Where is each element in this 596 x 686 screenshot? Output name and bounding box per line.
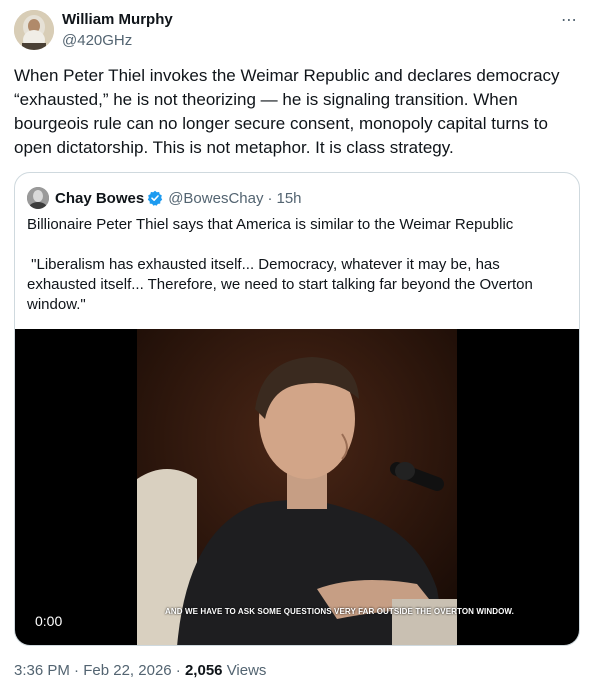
tweet-header: William Murphy @420GHz ⋯ [14, 10, 582, 52]
tweet-footer: 3:36 PM · Feb 22, 2026 · 2,056 Views [14, 662, 266, 679]
more-options-icon[interactable]: ⋯ [561, 10, 578, 30]
verified-badge-icon [147, 190, 163, 206]
post-date[interactable]: Feb 22, 2026 [83, 662, 171, 679]
quoted-timestamp[interactable]: 15h [276, 190, 301, 207]
separator: · [267, 189, 273, 207]
author-handle[interactable]: @420GHz [62, 32, 132, 49]
quoted-author-handle[interactable]: @BowesChay [168, 190, 263, 207]
video-player[interactable]: AND WE HAVE TO ASK SOME QUESTIONS VERY F… [15, 329, 579, 645]
avatar[interactable] [14, 10, 54, 50]
views-label: Views [226, 662, 267, 679]
video-subtitle: AND WE HAVE TO ASK SOME QUESTIONS VERY F… [165, 607, 514, 616]
quoted-tweet[interactable]: Chay Bowes @BowesChay · 15h Billionaire … [14, 172, 580, 646]
post-time[interactable]: 3:36 PM [14, 662, 70, 679]
author-name[interactable]: William Murphy [62, 11, 173, 28]
quoted-author-name[interactable]: Chay Bowes [55, 190, 144, 207]
separator: · [74, 662, 80, 679]
quoted-tweet-header: Chay Bowes @BowesChay · 15h [27, 187, 302, 209]
views-count: 2,056 [184, 662, 223, 679]
quoted-avatar[interactable] [27, 187, 49, 209]
video-thumbnail [137, 329, 457, 645]
tweet-text: When Peter Thiel invokes the Weimar Repu… [14, 66, 560, 157]
quoted-tweet-text: Billionaire Peter Thiel says that Americ… [27, 216, 533, 313]
separator: · [175, 662, 181, 679]
video-timecode: 0:00 [35, 613, 63, 629]
